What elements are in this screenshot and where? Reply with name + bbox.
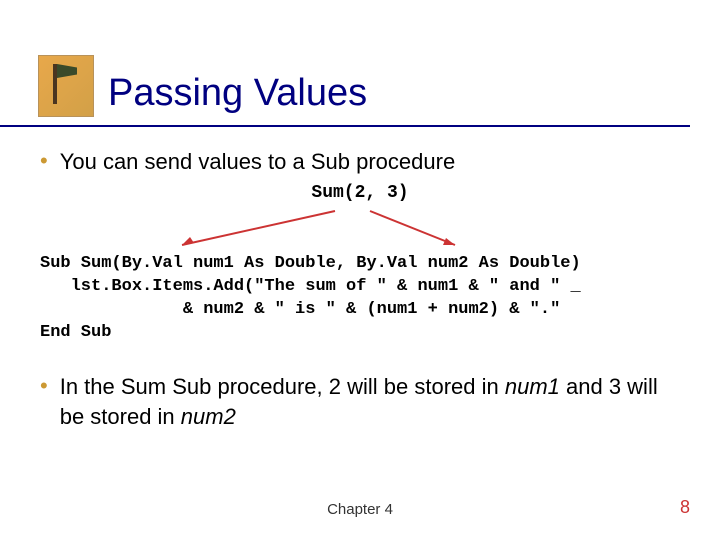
code-line-4: End Sub bbox=[40, 323, 111, 342]
code-line-2: lst.Box.Items.Add("The sum of " & num1 &… bbox=[40, 277, 581, 296]
footer-page-number: 8 bbox=[680, 497, 690, 518]
slide-content: • You can send values to a Sub procedure… bbox=[0, 127, 720, 432]
code-block: Sub Sum(By.Val num1 As Double, By.Val nu… bbox=[40, 253, 680, 345]
bullet-1-text: You can send values to a Sub procedure bbox=[60, 147, 455, 177]
bullet-2: • In the Sum Sub procedure, 2 will be st… bbox=[40, 372, 680, 431]
code-line-1: Sub Sum(By.Val num1 As Double, By.Val nu… bbox=[40, 254, 581, 273]
bullet-2-text: In the Sum Sub procedure, 2 will be stor… bbox=[60, 372, 680, 431]
code-line-3: & num2 & " is " & (num1 + num2) & "." bbox=[40, 300, 560, 319]
arrows-diagram bbox=[40, 215, 680, 253]
flag-icon bbox=[53, 64, 57, 104]
bullet-dot-icon: • bbox=[40, 372, 48, 401]
slide-icon bbox=[38, 55, 94, 117]
slide-header: Passing Values bbox=[0, 0, 690, 127]
bullet-dot-icon: • bbox=[40, 147, 48, 176]
bullet-2-pre: In the Sum Sub procedure, 2 will be stor… bbox=[60, 374, 505, 399]
bullet-1: • You can send values to a Sub procedure bbox=[40, 147, 680, 177]
slide-title: Passing Values bbox=[108, 72, 367, 115]
code-call-line: Sum(2, 3) bbox=[40, 183, 680, 203]
footer-chapter: Chapter 4 bbox=[0, 501, 720, 518]
bullet-2-num1: num1 bbox=[505, 374, 560, 399]
bullet-2-num2: num2 bbox=[181, 404, 236, 429]
